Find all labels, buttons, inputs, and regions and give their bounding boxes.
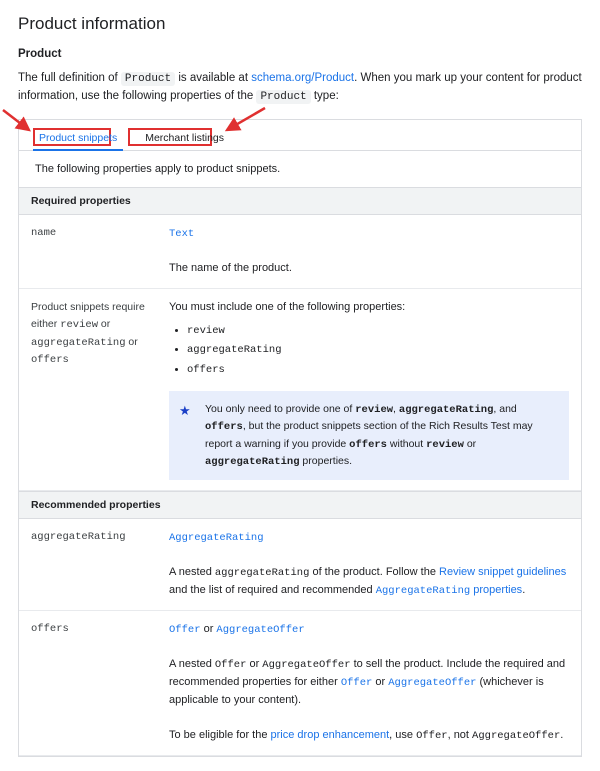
- code-literal: aggregateRating: [205, 456, 300, 468]
- properties-link[interactable]: properties: [473, 584, 522, 596]
- text: , use: [389, 729, 416, 741]
- text: .: [560, 729, 563, 741]
- type-link[interactable]: AggregateRating: [169, 532, 264, 544]
- type-link[interactable]: Offer: [169, 624, 201, 636]
- text: or: [126, 336, 138, 348]
- prop-key: Product snippets require either review o…: [19, 288, 157, 490]
- table-row: offers Offer or AggregateOffer A nested …: [19, 611, 581, 756]
- code-literal: aggregateRating: [31, 337, 126, 349]
- prop-desc: Offer or AggregateOffer A nested Offer o…: [157, 611, 581, 756]
- code-literal: Product: [256, 90, 310, 104]
- text: type:: [311, 90, 339, 102]
- prop-key: offers: [19, 611, 157, 756]
- prop-key: name: [19, 215, 157, 288]
- text: or: [464, 438, 476, 450]
- code-literal: review: [355, 404, 393, 416]
- text: .: [522, 584, 525, 596]
- prop-key: aggregateRating: [19, 519, 157, 610]
- tab-product-snippets[interactable]: Product snippets: [35, 130, 121, 150]
- type-link[interactable]: Offer: [341, 677, 373, 689]
- code-literal: aggregateRating: [399, 404, 494, 416]
- required-properties-table: name Text The name of the product. Produ…: [19, 215, 581, 491]
- price-drop-link[interactable]: price drop enhancement: [271, 729, 390, 741]
- text: of the product. Follow the: [309, 566, 439, 578]
- tab-description: The following properties apply to produc…: [19, 151, 581, 187]
- intro-paragraph: The full definition of Product is availa…: [18, 70, 582, 105]
- text: You must include one of the following pr…: [169, 301, 405, 313]
- table-row: Product snippets require either review o…: [19, 288, 581, 490]
- tab-merchant-listings[interactable]: Merchant listings: [141, 130, 228, 150]
- prop-desc: Text The name of the product.: [157, 215, 581, 288]
- list-item: review: [187, 323, 569, 340]
- sub-heading: Product: [18, 48, 582, 60]
- text: and the list of required and recommended: [169, 584, 376, 596]
- page-title: Product information: [18, 14, 582, 34]
- list-item: aggregateRating: [187, 342, 569, 359]
- required-properties-header: Required properties: [19, 187, 581, 215]
- text: or: [246, 658, 262, 670]
- text: , and: [493, 403, 516, 415]
- text: or: [372, 676, 388, 688]
- code-literal: offers: [349, 439, 387, 451]
- text: The full definition of: [18, 72, 121, 84]
- text: A nested: [169, 658, 215, 670]
- type-link[interactable]: AggregateRating: [376, 585, 471, 597]
- list-item: offers: [187, 362, 569, 379]
- recommended-properties-header: Recommended properties: [19, 491, 581, 519]
- code-literal: offers: [205, 421, 243, 433]
- code-literal: AggregateOffer: [472, 730, 560, 742]
- prop-desc: AggregateRating A nested aggregateRating…: [157, 519, 581, 610]
- text: without: [387, 438, 426, 450]
- note-callout: ★ You only need to provide one of review…: [169, 391, 569, 480]
- recommended-properties-table: aggregateRating AggregateRating A nested…: [19, 519, 581, 756]
- bullet-list: review aggregateRating offers: [169, 323, 569, 379]
- type-link[interactable]: AggregateOffer: [216, 624, 304, 636]
- code-literal: review: [426, 439, 464, 451]
- text: or: [98, 318, 110, 330]
- table-row: aggregateRating AggregateRating A nested…: [19, 519, 581, 610]
- prop-desc: You must include one of the following pr…: [157, 288, 581, 490]
- schema-link[interactable]: schema.org/Product: [251, 72, 354, 84]
- code-literal: review: [60, 319, 98, 331]
- code-literal: Product: [121, 72, 175, 86]
- text: To be eligible for the: [169, 729, 271, 741]
- text: properties.: [300, 455, 353, 467]
- code-literal: Offer: [215, 659, 247, 671]
- guidelines-link[interactable]: Review snippet guidelines: [439, 566, 566, 578]
- text: , not: [448, 729, 472, 741]
- code-literal: aggregateRating: [215, 567, 310, 579]
- table-row: name Text The name of the product.: [19, 215, 581, 288]
- code-literal: offers: [31, 354, 69, 366]
- type-link[interactable]: Text: [169, 228, 194, 240]
- text: The name of the product.: [169, 262, 292, 274]
- code-literal: Offer: [416, 730, 448, 742]
- star-icon: ★: [179, 401, 191, 421]
- text: A nested: [169, 566, 215, 578]
- code-literal: AggregateOffer: [262, 659, 350, 671]
- type-link[interactable]: AggregateOffer: [388, 677, 476, 689]
- text: or: [201, 623, 217, 635]
- properties-panel: Product snippets Merchant listings The f…: [18, 119, 582, 757]
- text: You only need to provide one of: [205, 403, 355, 415]
- tabs-bar: Product snippets Merchant listings: [19, 120, 581, 150]
- text: is available at: [175, 72, 251, 84]
